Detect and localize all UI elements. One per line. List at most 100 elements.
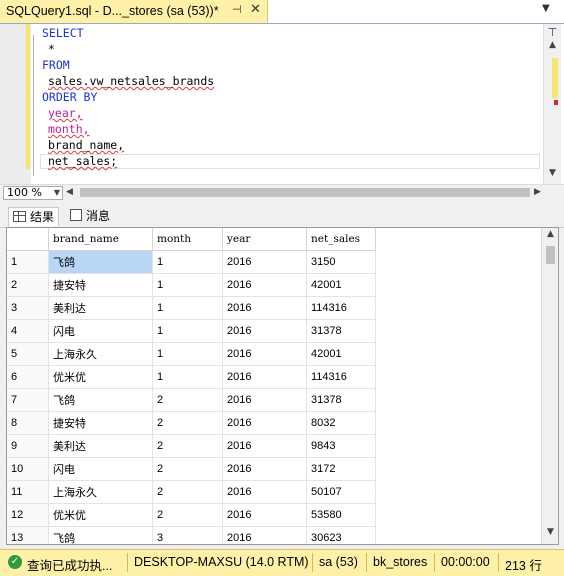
row-number[interactable]: 5 (7, 342, 49, 366)
table-cell[interactable]: 2016 (222, 273, 307, 297)
table-cell[interactable]: 50107 (306, 480, 376, 504)
table-row[interactable]: 7 飞鸽 2 2016 31378 (7, 388, 376, 412)
horizontal-scroll-thumb[interactable] (80, 188, 530, 197)
row-number[interactable]: 7 (7, 388, 49, 412)
table-cell[interactable]: 31378 (306, 319, 376, 343)
table-cell[interactable]: 2016 (222, 457, 307, 481)
row-number[interactable]: 8 (7, 411, 49, 435)
table-cell[interactable]: 2016 (222, 250, 307, 274)
pin-icon[interactable]: ⊣ (232, 3, 242, 16)
code-line-month[interactable]: month, (48, 121, 90, 137)
grid-vertical-scrollbar[interactable]: ▲ ▼ (541, 228, 558, 544)
column-header[interactable]: year (222, 228, 307, 251)
table-row[interactable]: 10 闪电 2 2016 3172 (7, 457, 376, 481)
table-cell[interactable]: 2016 (222, 526, 307, 544)
table-cell[interactable]: 美利达 (48, 434, 153, 458)
table-cell[interactable]: 1 (152, 273, 223, 297)
table-row[interactable]: 12 优米优 2 2016 53580 (7, 503, 376, 527)
table-row[interactable]: 9 美利达 2 2016 9843 (7, 434, 376, 458)
row-number[interactable]: 11 (7, 480, 49, 504)
table-row[interactable]: 11 上海永久 2 2016 50107 (7, 480, 376, 504)
table-cell[interactable]: 9843 (306, 434, 376, 458)
row-number[interactable]: 1 (7, 250, 49, 274)
table-cell[interactable]: 1 (152, 342, 223, 366)
row-number[interactable]: 10 (7, 457, 49, 481)
tab-results[interactable]: 结果 (8, 207, 60, 226)
table-row[interactable]: 13 飞鸽 3 2016 30623 (7, 526, 376, 544)
query-editor[interactable]: SELECT * FROM sales.vw_netsales_brands O… (0, 24, 564, 184)
table-cell[interactable]: 捷安特 (48, 273, 153, 297)
column-header[interactable]: net_sales (306, 228, 376, 251)
table-cell[interactable]: 捷安特 (48, 411, 153, 435)
scroll-up-icon[interactable]: ▲ (544, 40, 561, 56)
zoom-select[interactable]: 100 % ▼ (3, 186, 63, 200)
results-grid[interactable]: brand_name month year net_sales 1 飞鸽 1 2016… (6, 227, 559, 545)
table-cell[interactable]: 2 (152, 411, 223, 435)
column-header[interactable]: month (152, 228, 223, 251)
table-cell[interactable]: 2 (152, 388, 223, 412)
table-row[interactable]: 3 美利达 1 2016 114316 (7, 296, 376, 320)
table-cell[interactable]: 2016 (222, 296, 307, 320)
table-cell[interactable]: 2 (152, 434, 223, 458)
column-header[interactable]: brand_name (48, 228, 153, 251)
table-cell[interactable]: 闪电 (48, 457, 153, 481)
close-icon[interactable]: ✕ (250, 2, 261, 17)
code-line-orderby[interactable]: ORDER BY (42, 89, 97, 105)
table-cell[interactable]: 优米优 (48, 365, 153, 389)
table-cell[interactable]: 上海永久 (48, 342, 153, 366)
table-cell[interactable]: 30623 (306, 526, 376, 544)
table-cell[interactable]: 2016 (222, 480, 307, 504)
scroll-up-icon[interactable]: ▲ (542, 229, 558, 245)
table-cell[interactable]: 飞鸽 (48, 250, 153, 274)
code-line-select[interactable]: SELECT (42, 25, 84, 41)
table-cell[interactable]: 31378 (306, 388, 376, 412)
code-line-star[interactable]: * (48, 41, 55, 57)
table-row[interactable]: 8 捷安特 2 2016 8032 (7, 411, 376, 435)
row-number-header[interactable] (7, 228, 49, 251)
table-cell[interactable]: 2 (152, 503, 223, 527)
query-tab[interactable]: SQLQuery1.sql - D..._stores (sa (53))* ⊣… (0, 0, 268, 23)
code-line-brand-name[interactable]: brand_name, (48, 137, 124, 153)
table-row[interactable]: 6 优米优 1 2016 114316 (7, 365, 376, 389)
table-row[interactable]: 4 闪电 1 2016 31378 (7, 319, 376, 343)
table-cell[interactable]: 1 (152, 250, 223, 274)
row-number[interactable]: 3 (7, 296, 49, 320)
tab-messages[interactable]: 消息 (66, 207, 114, 226)
code-line-net-sales[interactable]: net_sales; (48, 153, 117, 169)
table-cell[interactable]: 美利达 (48, 296, 153, 320)
table-cell[interactable]: 2016 (222, 365, 307, 389)
table-row[interactable]: 2 捷安特 1 2016 42001 (7, 273, 376, 297)
table-cell[interactable]: 上海永久 (48, 480, 153, 504)
table-cell[interactable]: 42001 (306, 273, 376, 297)
table-cell[interactable]: 114316 (306, 365, 376, 389)
row-number[interactable]: 2 (7, 273, 49, 297)
table-row[interactable]: 1 飞鸽 1 2016 3150 (7, 250, 376, 274)
table-cell[interactable]: 1 (152, 319, 223, 343)
row-number[interactable]: 13 (7, 526, 49, 544)
table-cell[interactable]: 飞鸽 (48, 388, 153, 412)
table-cell[interactable]: 1 (152, 296, 223, 320)
scroll-right-icon[interactable]: ▶ (534, 187, 541, 197)
scroll-left-icon[interactable]: ◀ (66, 187, 73, 197)
table-cell[interactable]: 2016 (222, 388, 307, 412)
scroll-down-icon[interactable]: ▼ (542, 527, 558, 543)
table-cell[interactable]: 2 (152, 457, 223, 481)
table-cell[interactable]: 3150 (306, 250, 376, 274)
code-line-year[interactable]: year, (48, 105, 83, 121)
row-number[interactable]: 12 (7, 503, 49, 527)
row-number[interactable]: 4 (7, 319, 49, 343)
table-row[interactable]: 5 上海永久 1 2016 42001 (7, 342, 376, 366)
table-cell[interactable]: 8032 (306, 411, 376, 435)
table-cell[interactable]: 优米优 (48, 503, 153, 527)
table-cell[interactable]: 1 (152, 365, 223, 389)
chevron-down-icon[interactable]: ▼ (54, 187, 60, 199)
table-cell[interactable]: 2016 (222, 434, 307, 458)
code-line-table[interactable]: sales.vw_netsales_brands (48, 73, 214, 89)
tab-list-dropdown-icon[interactable]: ▼ (542, 3, 550, 14)
table-cell[interactable]: 53580 (306, 503, 376, 527)
code-line-from[interactable]: FROM (42, 57, 70, 73)
table-cell[interactable]: 2 (152, 480, 223, 504)
table-cell[interactable]: 2016 (222, 319, 307, 343)
grid-scroll-thumb[interactable] (546, 246, 555, 264)
table-cell[interactable]: 3172 (306, 457, 376, 481)
